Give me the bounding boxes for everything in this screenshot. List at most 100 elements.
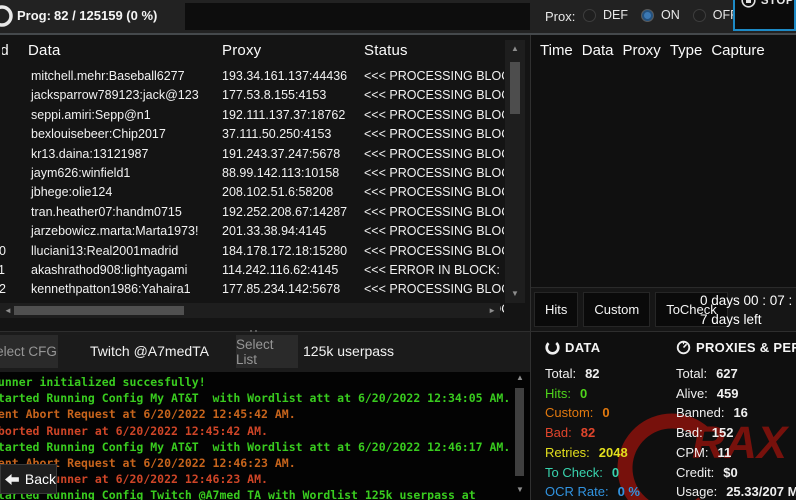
config-bar: Select CFG Twitch @A7medTA Select List 1… <box>0 332 530 372</box>
cell-id: 7 <box>0 183 13 202</box>
log-line: Started Running Config My AT&T with Word… <box>0 439 530 455</box>
stat-row: Total: 82 <box>545 364 640 384</box>
stat-label: Custom: <box>545 403 593 423</box>
column-header: Type <box>670 42 703 59</box>
radio-dot[interactable] <box>693 9 706 22</box>
results-table-header: IdDataProxyStatus <box>0 42 530 66</box>
proxy-radio[interactable]: ON <box>641 8 680 22</box>
cell-status: <<< PROCESSING BLOCK <box>364 106 504 125</box>
stat-value: 627 <box>716 364 738 384</box>
column-header: Proxy <box>222 42 261 59</box>
proxy-radio[interactable]: DEF <box>583 8 628 22</box>
scrollbar-thumb[interactable] <box>515 388 524 476</box>
cell-data: kennethpatton1986:Yahaira1 <box>31 280 191 299</box>
results-table: IdDataProxyStatus 1 mitchell.mehr:Baseba… <box>0 35 530 332</box>
scroll-up-arrow[interactable]: ▲ <box>511 45 519 53</box>
stat-label: Bad: <box>676 423 703 443</box>
cell-proxy: 191.243.37.247:5678 <box>222 145 340 164</box>
cell-status: <<< PROCESSING BLOCK <box>364 67 504 86</box>
scroll-down-arrow[interactable]: ▼ <box>516 486 524 494</box>
cell-proxy: 177.53.8.155:4153 <box>222 86 326 105</box>
tab-button[interactable]: Custom <box>583 292 650 327</box>
vertical-scrollbar[interactable]: ▲ ▼ <box>505 40 525 303</box>
table-row[interactable]: 5 kr13.daina:13121987 191.243.37.247:567… <box>0 145 530 164</box>
log-line: Started Running Config My AT&T with Word… <box>0 390 530 406</box>
cell-proxy: 193.34.161.137:44436 <box>222 67 347 86</box>
cell-proxy: 184.178.172.18:15280 <box>222 242 347 261</box>
scrollbar-thumb[interactable] <box>14 306 184 315</box>
scroll-left-arrow[interactable]: ◄ <box>4 307 12 315</box>
stat-row: Bad: 82 <box>545 423 640 443</box>
gauge-icon <box>676 340 691 355</box>
log-line: Sent Abort Request at 6/20/2022 12:45:42… <box>0 406 530 422</box>
tab-button[interactable]: Hits <box>534 292 578 327</box>
table-row[interactable]: 12 kennethpatton1986:Yahaira1 177.85.234… <box>0 280 530 299</box>
cell-status: <<< ERROR IN BLOCK: R <box>364 261 504 280</box>
scrollbar-thumb[interactable] <box>510 62 520 114</box>
cell-status: <<< PROCESSING BLOCK <box>364 86 504 105</box>
stat-row: CPM: 11 <box>676 443 796 463</box>
column-header: Capture <box>711 42 764 59</box>
stat-value: 459 <box>717 384 739 404</box>
column-header: Data <box>582 42 614 59</box>
stat-label: CPM: <box>676 443 709 463</box>
table-row[interactable]: 8 tran.heather07:handm0715 192.252.208.6… <box>0 203 530 222</box>
days-left-label: 7 days left <box>700 312 762 327</box>
table-row[interactable]: 11 akashrathod908:lightyagami 114.242.11… <box>0 261 530 280</box>
back-button[interactable]: Back <box>0 464 57 494</box>
data-stat-rows: Total: 82 Hits: 0 Custom: 0 Bad: <box>545 364 640 500</box>
progress-ring-icon <box>0 4 14 28</box>
select-list-button[interactable]: Select List <box>236 335 298 368</box>
cell-status: <<< PROCESSING BLOCK <box>364 145 504 164</box>
table-row[interactable]: 1 mitchell.mehr:Baseball6277 193.34.161.… <box>0 67 530 86</box>
wordlist-name: 125k userpass <box>303 343 394 359</box>
back-arrow-icon <box>5 472 19 487</box>
cell-proxy: 37.111.50.250:4153 <box>222 125 331 144</box>
select-cfg-button[interactable]: Select CFG <box>0 335 58 368</box>
scroll-right-arrow[interactable]: ► <box>488 307 496 315</box>
command-input[interactable] <box>185 3 530 30</box>
hits-table-header: TimeDataProxyTypeCapture <box>540 42 765 59</box>
stop-button[interactable]: STOP <box>733 0 796 31</box>
table-row[interactable]: 7 jbhege:olie124 208.102.51.6:58208 <<< … <box>0 183 530 202</box>
data-stats-panel: DATA Total: 82 Hits: 0 Custom: <box>545 340 640 500</box>
cell-proxy: 114.242.116.62:4145 <box>222 261 338 280</box>
radio-dot[interactable] <box>583 9 596 22</box>
radio-dot[interactable] <box>641 9 654 22</box>
column-header: Data <box>28 42 61 59</box>
stat-value: 0 % <box>618 482 640 500</box>
table-row[interactable]: 4 bexlouisebeer:Chip2017 37.111.50.250:4… <box>0 125 530 144</box>
table-row[interactable]: 3 seppi.amiri:Sepp@n1 192.111.137.37:187… <box>0 106 530 125</box>
cell-data: tran.heather07:handm0715 <box>31 203 182 222</box>
hits-tabs-row: HitsCustomToCheck 0 days 00 : 07 : 7 day… <box>531 289 796 331</box>
table-row[interactable]: 9 jarzebowicz.marta:Marta1973! 201.33.38… <box>0 222 530 241</box>
table-row[interactable]: 10 lluciani13:Real2001madrid 184.178.172… <box>0 242 530 261</box>
stat-value: 82 <box>581 423 595 443</box>
log-line: Aborted Runner at 6/20/2022 12:46:23 AM. <box>0 471 530 487</box>
proxy-radio-group: DEF ON OFF <box>583 8 751 22</box>
progress-label: Prog: <box>17 8 51 23</box>
scroll-up-arrow[interactable]: ▲ <box>516 374 524 382</box>
stat-label: Banned: <box>676 403 724 423</box>
scroll-down-arrow[interactable]: ▼ <box>511 290 519 298</box>
stat-label: To Check: <box>545 463 603 483</box>
tab-buttons: HitsCustomToCheck <box>534 292 728 327</box>
stat-row: OCR Rate: 0 % <box>545 482 640 500</box>
cell-data: seppi.amiri:Sepp@n1 <box>31 106 151 125</box>
table-row[interactable]: 2 jacksparrow789123:jack@123 177.53.8.15… <box>0 86 530 105</box>
horizontal-scrollbar[interactable]: ◄ ► <box>0 303 500 318</box>
cell-id: 1 <box>0 67 13 86</box>
panel-title: DATA <box>565 340 600 355</box>
stat-row: To Check: 0 <box>545 463 640 483</box>
stat-label: Retries: <box>545 443 590 463</box>
cell-id: 9 <box>0 222 13 241</box>
cell-data: jaym626:winfield1 <box>31 164 130 183</box>
cell-status: <<< PROCESSING BLOCK <box>364 222 504 241</box>
cell-status: <<< PROCESSING BLOCK <box>364 242 504 261</box>
stat-value: 2048 <box>599 443 628 463</box>
proxy-radio[interactable]: OFF <box>693 8 738 22</box>
proxies-stats-panel: PROXIES & PERF Total: 627 Alive: 459 <box>676 340 796 500</box>
stat-label: Bad: <box>545 423 572 443</box>
table-row[interactable]: 6 jaym626:winfield1 88.99.142.113:10158 … <box>0 164 530 183</box>
log-scrollbar[interactable]: ▲ ▼ <box>512 374 528 496</box>
